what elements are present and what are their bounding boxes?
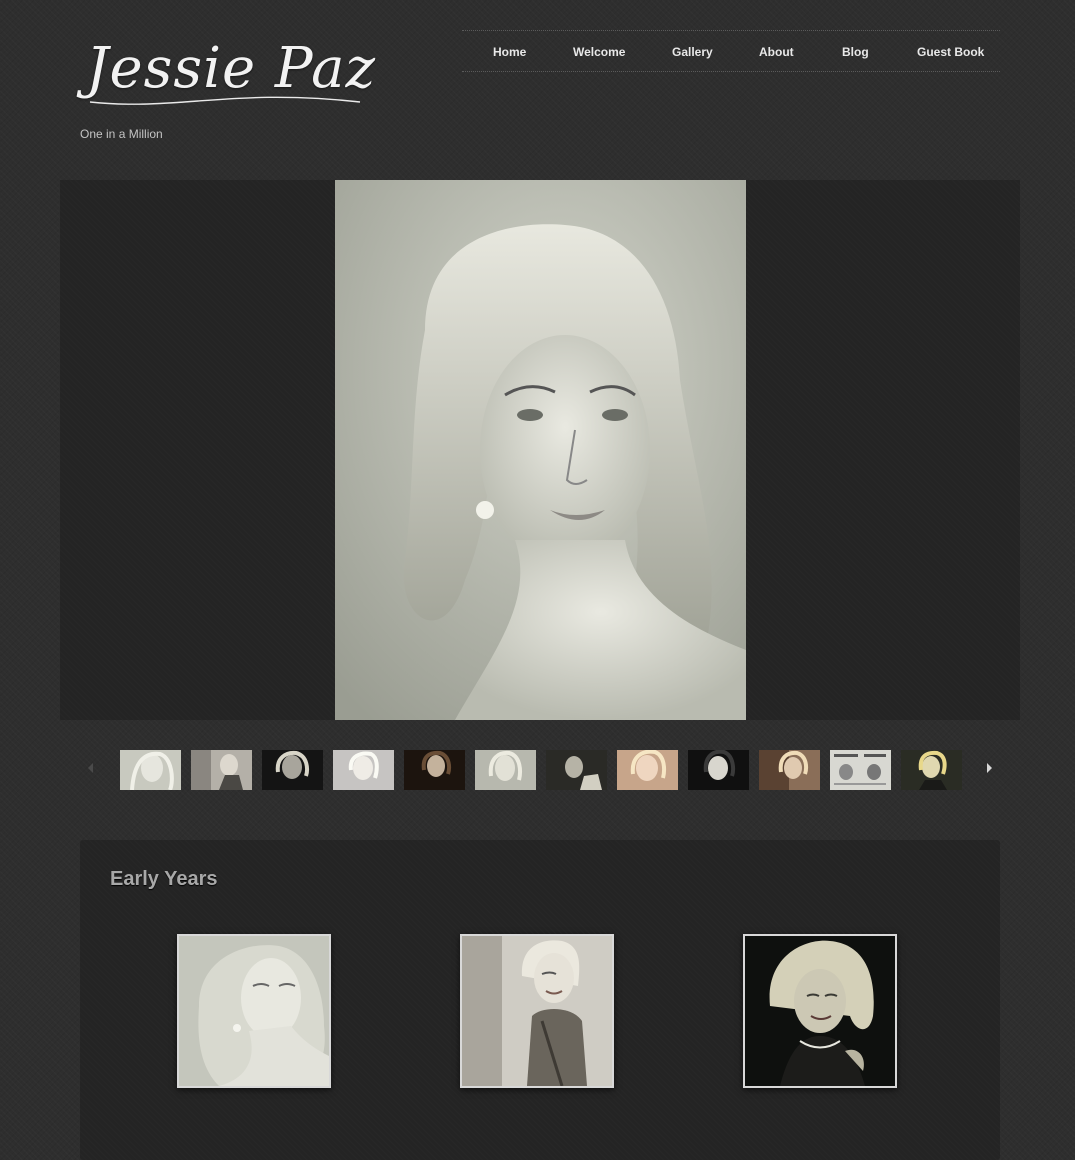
thumbnail-next-arrow[interactable] [987,763,992,773]
nav-item-gallery[interactable]: Gallery [672,45,713,59]
thumbnail[interactable] [333,750,394,790]
thumbnail[interactable] [901,750,962,790]
thumbnail[interactable] [191,750,252,790]
album-photo[interactable] [177,934,331,1088]
thumbnail[interactable] [262,750,323,790]
album-title: Early Years [110,868,218,890]
thumbnail[interactable] [404,750,465,790]
nav-item-blog[interactable]: Blog [842,45,869,59]
thumbnail[interactable] [120,750,181,790]
main-nav: Home Welcome Gallery About Blog Guest Bo… [462,30,1000,72]
site-tagline: One in a Million [80,127,163,141]
album-photo[interactable] [460,934,614,1088]
thumbnail[interactable] [830,750,891,790]
thumbnail[interactable] [546,750,607,790]
slideshow-main-photo[interactable] [335,180,746,720]
thumbnail[interactable] [617,750,678,790]
thumbnail[interactable] [475,750,536,790]
nav-item-guest-book[interactable]: Guest Book [917,45,984,59]
nav-item-welcome[interactable]: Welcome [573,45,625,59]
album-photo[interactable] [743,934,897,1088]
title-flourish [89,96,361,105]
nav-item-about[interactable]: About [759,45,794,59]
nav-item-home[interactable]: Home [493,45,526,59]
thumbnail[interactable] [688,750,749,790]
thumbnail[interactable] [759,750,820,790]
thumbnail-prev-arrow[interactable] [88,763,93,773]
